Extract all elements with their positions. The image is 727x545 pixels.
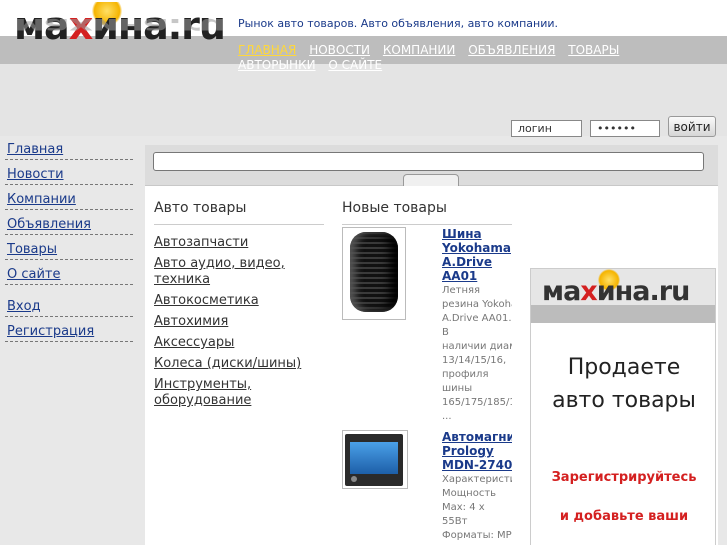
ad-banner[interactable]: махина.ru Продаете авто товары Зарегистр… — [530, 268, 716, 545]
product-title-line[interactable]: A.Drive — [442, 255, 512, 269]
desc-line: Летняя — [442, 285, 481, 296]
logo-reflection: махина.ru — [14, 13, 225, 38]
sidebar-item-label[interactable]: О сайте — [7, 267, 61, 282]
product-image-radio[interactable] — [342, 430, 408, 489]
desc-line: Форматы: MP3 — [442, 530, 512, 541]
ad-header: махина.ru — [531, 269, 715, 323]
desc-line: Max: 4 x — [442, 502, 485, 513]
divider — [154, 224, 324, 225]
sidebar: Главная Новости Компании Объявления Това… — [0, 136, 137, 545]
product-title[interactable]: Шина Yokohama A.Drive AA01 — [442, 227, 512, 283]
desc-line: Мощность — [442, 488, 497, 499]
nav-home[interactable]: ГЛАВНАЯ — [238, 43, 296, 57]
search-input[interactable] — [153, 152, 704, 171]
sidebar-item-ads[interactable]: Объявления — [5, 211, 133, 235]
tire-icon — [350, 232, 398, 312]
ad-cta-line: и добавьте ваши — [559, 509, 689, 524]
desc-line: A.Drive AA01. — [442, 313, 512, 324]
product-title-line[interactable]: AA01 — [442, 269, 512, 283]
car-radio-icon — [345, 434, 403, 486]
category-link[interactable]: Автокосметика — [154, 293, 319, 309]
sidebar-item-label[interactable]: Товары — [7, 242, 57, 257]
login-button[interactable]: войти — [668, 116, 716, 137]
sidebar-item-companies[interactable]: Компании — [5, 186, 133, 210]
radio-knob — [351, 476, 357, 482]
sidebar-item-label[interactable]: Главная — [7, 142, 63, 157]
search-button[interactable] — [403, 174, 459, 186]
category-link[interactable]: Автозапчасти — [154, 235, 319, 251]
desc-line: наличии диаметры — [442, 341, 512, 352]
page: махина.ru махина.ru Рынок авто товаров. … — [0, 0, 727, 545]
ad-headline-line: Продаете — [567, 355, 681, 380]
sidebar-item-label[interactable]: Вход — [7, 299, 41, 314]
category-link[interactable]: Колеса (диски/шины) — [154, 356, 319, 372]
ad-headline-line: авто товары — [552, 388, 696, 413]
desc-line: 165/175/185/195 — [442, 397, 512, 408]
sidebar-item-label[interactable]: Объявления — [7, 217, 91, 232]
desc-line: В — [442, 327, 449, 338]
categories-title: Авто товары — [154, 200, 247, 216]
category-link[interactable]: Инструменты, оборудование — [154, 377, 319, 409]
top-nav: ГЛАВНАЯ НОВОСТИ КОМПАНИИ ОБЪЯВЛЕНИЯ ТОВА… — [238, 43, 708, 73]
sidebar-item-login[interactable]: Вход — [5, 293, 133, 317]
product-title-line[interactable]: Prology — [442, 444, 512, 458]
sidebar-item-label[interactable]: Регистрация — [7, 324, 94, 339]
ad-band — [531, 305, 715, 323]
sidebar-item-label[interactable]: Компании — [7, 192, 76, 207]
sidebar-item-label[interactable]: Новости — [7, 167, 64, 182]
nav-news[interactable]: НОВОСТИ — [309, 43, 370, 57]
divider — [342, 224, 512, 225]
product-image-tire[interactable] — [342, 227, 406, 320]
site-tagline: Рынок авто товаров. Авто объявления, авт… — [238, 17, 559, 30]
product-description: Характеристики: Мощность Max: 4 x 55Вт Ф… — [442, 473, 512, 543]
radio-screen — [350, 442, 398, 474]
desc-line: профиля — [442, 369, 489, 380]
search-bar — [145, 145, 718, 186]
desc-line: 55Вт — [442, 516, 468, 527]
site-logo[interactable]: махина.ru махина.ru — [14, 2, 228, 62]
sidebar-item-register[interactable]: Регистрация — [5, 318, 133, 342]
password-field[interactable] — [590, 120, 660, 137]
desc-line: резина Yokohama — [442, 299, 512, 310]
product-title-line[interactable]: MDN-2740T — [442, 458, 512, 472]
nav-about[interactable]: О САЙТЕ — [328, 58, 382, 72]
ad-cta-line: Зарегистрируйтесь — [551, 470, 697, 485]
product-title[interactable]: Автомагнитола Prology MDN-2740T — [442, 430, 512, 472]
nav-companies[interactable]: КОМПАНИИ — [383, 43, 456, 57]
product-title-line[interactable]: Шина — [442, 227, 512, 241]
category-link[interactable]: Автохимия — [154, 314, 319, 330]
main-content: Авто товары Автозапчасти Авто аудио, вид… — [145, 186, 718, 545]
desc-line: ... — [442, 411, 452, 422]
nav-ads[interactable]: ОБЪЯВЛЕНИЯ — [468, 43, 555, 57]
sidebar-item-home[interactable]: Главная — [5, 136, 133, 160]
login-field[interactable] — [511, 120, 582, 137]
sidebar-item-products[interactable]: Товары — [5, 236, 133, 260]
ad-logo: махина.ru — [542, 276, 690, 307]
nav-markets[interactable]: АВТОРЫНКИ — [238, 58, 316, 72]
product-title-line[interactable]: Yokohama — [442, 241, 512, 255]
product-title-line[interactable]: Автомагнитола — [442, 430, 512, 444]
desc-line: Характеристики: — [442, 474, 512, 485]
sidebar-item-news[interactable]: Новости — [5, 161, 133, 185]
category-link[interactable]: Аксессуары — [154, 335, 319, 351]
category-link[interactable]: Авто аудио, видео, техника — [154, 256, 319, 288]
product-description: Летняя резина Yokohama A.Drive AA01. В н… — [442, 284, 512, 424]
desc-line: шины — [442, 383, 473, 394]
nav-products[interactable]: ТОВАРЫ — [568, 43, 619, 57]
sidebar-item-about[interactable]: О сайте — [5, 261, 133, 285]
desc-line: 13/14/15/16, — [442, 355, 507, 366]
new-products-title: Новые товары — [342, 200, 447, 216]
